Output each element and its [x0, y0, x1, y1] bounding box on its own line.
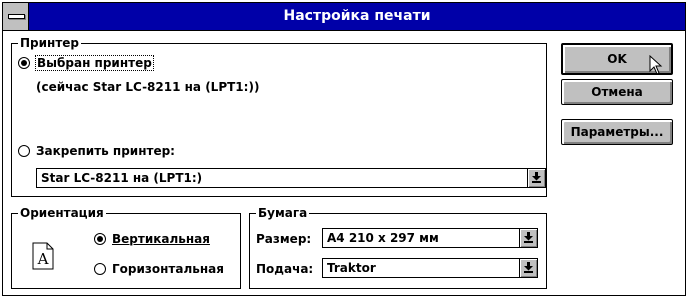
mouse-pointer-icon	[649, 55, 663, 75]
down-arrow-icon[interactable]	[519, 229, 537, 247]
portrait-page-icon: A	[32, 242, 54, 270]
cancel-button-label: Отмена	[591, 85, 643, 99]
printer-group: Принтер Выбран принтер (сейчас Star LC-8…	[11, 35, 547, 197]
default-printer-label: Выбран принтер	[35, 55, 154, 71]
title-bar[interactable]: Настройка печати	[3, 3, 685, 31]
system-menu-icon[interactable]	[3, 3, 29, 30]
print-setup-dialog: Настройка печати Принтер Выбран принтер …	[2, 2, 686, 296]
down-arrow-icon[interactable]	[519, 259, 537, 277]
orientation-group: Ориентация A Вертикальная Горизонтальная	[11, 205, 241, 289]
specific-printer-radio-button[interactable]	[18, 145, 30, 157]
paper-source-value: Traktor	[327, 261, 376, 275]
down-arrow-icon[interactable]	[527, 169, 545, 187]
paper-group: Бумага Размер: A4 210 x 297 мм Подача: T…	[249, 205, 547, 289]
specific-printer-value: Star LC-8211 на (LPT1:)	[41, 171, 203, 185]
default-printer-radio-button[interactable]	[18, 57, 30, 69]
options-button-label: Параметры...	[570, 125, 664, 139]
printer-group-label: Принтер	[18, 35, 82, 51]
window-title: Настройка печати	[283, 8, 431, 24]
paper-source-combo[interactable]: Traktor	[322, 258, 538, 278]
specific-printer-combo[interactable]: Star LC-8211 на (LPT1:)	[36, 168, 546, 188]
portrait-radio-button[interactable]	[94, 233, 106, 245]
landscape-radio[interactable]: Горизонтальная	[94, 262, 224, 276]
paper-size-combo[interactable]: A4 210 x 297 мм	[322, 228, 538, 248]
ok-button-label: OK	[607, 52, 627, 66]
cancel-button[interactable]: Отмена	[561, 79, 673, 105]
default-printer-radio[interactable]: Выбран принтер	[18, 55, 154, 71]
portrait-label: Вертикальная	[112, 232, 210, 246]
svg-text:A: A	[37, 250, 49, 268]
orientation-group-label: Ориентация	[18, 205, 106, 221]
specific-printer-label: Закрепить принтер:	[36, 144, 175, 158]
paper-size-value: A4 210 x 297 мм	[327, 231, 439, 245]
specific-printer-radio[interactable]: Закрепить принтер:	[18, 144, 175, 158]
options-button[interactable]: Параметры...	[561, 119, 673, 145]
landscape-radio-button[interactable]	[94, 263, 106, 275]
portrait-radio[interactable]: Вертикальная	[94, 232, 210, 246]
paper-source-label: Подача:	[256, 262, 314, 276]
landscape-label: Горизонтальная	[112, 262, 224, 276]
current-printer-text: (сейчас Star LC-8211 на (LPT1:))	[36, 80, 260, 94]
paper-size-label: Размер:	[256, 232, 312, 246]
paper-group-label: Бумага	[256, 205, 310, 221]
